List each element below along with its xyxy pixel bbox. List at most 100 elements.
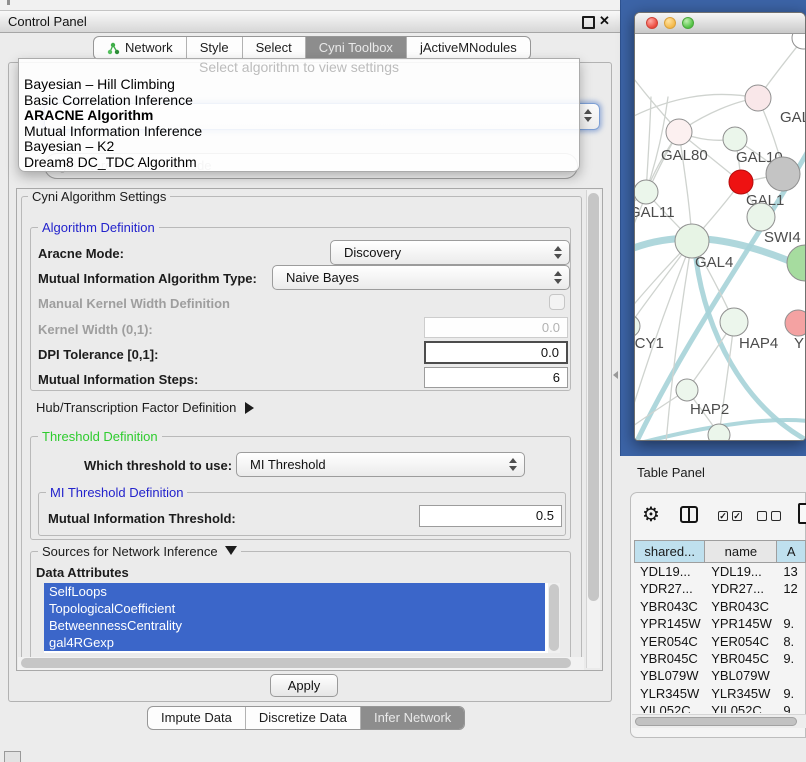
list-scrollbar[interactable] xyxy=(548,583,560,653)
algorithm-option[interactable]: Basic Correlation Inference xyxy=(19,93,579,109)
close-traffic-light-icon[interactable] xyxy=(646,17,658,29)
document-icon[interactable] xyxy=(798,503,806,524)
node-label: SWI4 xyxy=(764,229,801,246)
mi-type-value: Naive Bayes xyxy=(286,270,359,285)
which-threshold-select[interactable]: MI Threshold xyxy=(236,452,525,477)
table-row[interactable]: YDR27...YDR27...12 xyxy=(634,580,806,597)
algorithm-option[interactable]: Dream8 DC_TDC Algorithm xyxy=(19,155,579,171)
tab-style[interactable]: Style xyxy=(186,37,242,59)
table-cell: YDR27... xyxy=(634,580,705,597)
tab-discretize-data[interactable]: Discretize Data xyxy=(245,707,360,729)
minimized-panel-icon[interactable] xyxy=(4,751,21,762)
network-node[interactable] xyxy=(729,170,753,194)
network-node[interactable] xyxy=(747,203,775,231)
kernel-width-field[interactable]: 0.0 xyxy=(424,317,568,338)
settings-vertical-scrollbar[interactable] xyxy=(586,190,600,668)
network-canvas[interactable]: GALGAL80GAL10GAL1GAL11SWI4GAL4GCY1HAP4YH… xyxy=(635,34,805,441)
node-label: GAL11 xyxy=(635,204,675,221)
mi-type-label: Mutual Information Algorithm Type: xyxy=(38,271,257,286)
manual-kernel-checkbox[interactable] xyxy=(549,294,565,310)
tab-network[interactable]: Network xyxy=(94,37,186,59)
minimize-traffic-light-icon[interactable] xyxy=(664,17,676,29)
network-node[interactable] xyxy=(723,127,747,151)
tab-infer-network[interactable]: Infer Network xyxy=(360,707,464,729)
algorithm-option[interactable]: Bayesian – K2 xyxy=(19,139,579,155)
data-attributes-list[interactable]: SelfLoopsTopologicalCoefficientBetweenne… xyxy=(44,583,560,653)
cyni-bottom-tabbar: Impute DataDiscretize DataInfer Network xyxy=(147,706,465,730)
scrollbar-thumb[interactable] xyxy=(549,584,559,651)
mi-threshold-field[interactable]: 0.5 xyxy=(419,505,562,527)
tab-jactivemnodules[interactable]: jActiveMNodules xyxy=(406,37,530,59)
algorithm-option[interactable]: Mutual Information Inference xyxy=(19,124,579,140)
table-cell: YDL19... xyxy=(705,563,777,580)
node-label: GCY1 xyxy=(635,335,664,352)
mi-steps-field[interactable]: 6 xyxy=(424,367,568,388)
table-cell: YER054C xyxy=(634,633,705,650)
dpi-tolerance-field[interactable]: 0.0 xyxy=(424,341,568,364)
table-row[interactable]: YBR045CYBR045C9. xyxy=(634,650,806,667)
column-header[interactable]: A xyxy=(777,540,806,563)
network-node[interactable] xyxy=(792,34,805,49)
control-panel-tabbar: NetworkStyleSelectCyni ToolboxjActiveMNo… xyxy=(93,36,531,60)
float-window-icon[interactable] xyxy=(582,16,595,29)
network-node[interactable] xyxy=(745,85,771,111)
network-node[interactable] xyxy=(635,315,640,337)
network-node[interactable] xyxy=(635,180,658,204)
attribute-list-item[interactable]: SelfLoops xyxy=(44,583,545,600)
column-header[interactable]: shared... xyxy=(634,540,705,563)
algorithm-dropdown-popup: Select algorithm to view settings Bayesi… xyxy=(18,58,580,172)
aracne-mode-select[interactable]: Discovery xyxy=(330,240,570,265)
scrollbar-thumb[interactable] xyxy=(635,717,797,726)
network-edge[interactable] xyxy=(719,322,734,435)
table-row[interactable]: YER054CYER054C8. xyxy=(634,633,806,650)
splitter-collapse-icon[interactable] xyxy=(613,371,618,379)
network-window-titlebar[interactable] xyxy=(635,13,805,34)
scrollbar-thumb[interactable] xyxy=(21,658,571,668)
zoom-traffic-light-icon[interactable] xyxy=(682,17,694,29)
split-columns-icon[interactable] xyxy=(680,506,698,523)
deselect-all-columns-icon[interactable] xyxy=(757,511,781,521)
network-node[interactable] xyxy=(785,310,805,336)
table-horizontal-scrollbar[interactable] xyxy=(632,714,806,728)
network-node[interactable] xyxy=(676,379,698,401)
network-node[interactable] xyxy=(675,224,709,258)
network-node[interactable] xyxy=(766,157,800,191)
table-row[interactable]: YLR345WYLR345W9. xyxy=(634,685,806,702)
network-graph[interactable]: GALGAL80GAL10GAL1GAL11SWI4GAL4GCY1HAP4YH… xyxy=(635,34,805,441)
sources-expander[interactable]: Sources for Network Inference xyxy=(38,544,241,559)
algorithm-option[interactable]: ARACNE Algorithm xyxy=(19,108,579,124)
node-label: GAL xyxy=(780,109,805,126)
attribute-list-item[interactable]: gal4RGexp xyxy=(44,634,545,651)
table-row[interactable]: YDL19...YDL19...13 xyxy=(634,563,806,580)
tab-cyni-toolbox[interactable]: Cyni Toolbox xyxy=(305,37,406,59)
gear-icon[interactable]: ⚙ xyxy=(642,502,660,527)
mi-steps-label: Mutual Information Steps: xyxy=(38,372,198,387)
close-icon[interactable]: ✕ xyxy=(599,13,610,29)
node-label: HAP4 xyxy=(739,335,778,352)
tab-select[interactable]: Select xyxy=(242,37,305,59)
hub-expander[interactable]: Hub/Transcription Factor Definition xyxy=(36,400,254,415)
mi-type-select[interactable]: Naive Bayes xyxy=(272,265,570,290)
apply-button[interactable]: Apply xyxy=(270,674,338,697)
tab-impute-data[interactable]: Impute Data xyxy=(148,707,245,729)
combo-arrows-icon xyxy=(554,246,562,259)
table-row[interactable]: YIL052CYIL052C9 xyxy=(634,702,806,713)
network-node[interactable] xyxy=(720,308,748,336)
table-row[interactable]: YBR043CYBR043C xyxy=(634,598,806,615)
network-edge[interactable] xyxy=(635,94,758,123)
network-view-window[interactable]: GALGAL80GAL10GAL1GAL11SWI4GAL4GCY1HAP4YH… xyxy=(634,12,806,441)
network-node[interactable] xyxy=(787,245,805,281)
select-all-columns-icon[interactable]: ✓✓ xyxy=(718,511,742,521)
column-header[interactable]: name xyxy=(705,540,777,563)
network-node[interactable] xyxy=(708,424,730,441)
settings-horizontal-scrollbar[interactable] xyxy=(18,657,584,670)
attribute-list-item[interactable]: BetweennessCentrality xyxy=(44,617,545,634)
table-row[interactable]: YPR145WYPR145W9. xyxy=(634,615,806,632)
table-cell: 9. xyxy=(777,615,806,632)
algorithm-option[interactable]: Bayesian – Hill Climbing xyxy=(19,77,579,93)
scrollbar-thumb[interactable] xyxy=(588,193,599,601)
attribute-list-item[interactable]: TopologicalCoefficient xyxy=(44,600,545,617)
network-node[interactable] xyxy=(666,119,692,145)
table-cell: YBL079W xyxy=(705,667,777,684)
table-row[interactable]: YBL079WYBL079W xyxy=(634,667,806,684)
